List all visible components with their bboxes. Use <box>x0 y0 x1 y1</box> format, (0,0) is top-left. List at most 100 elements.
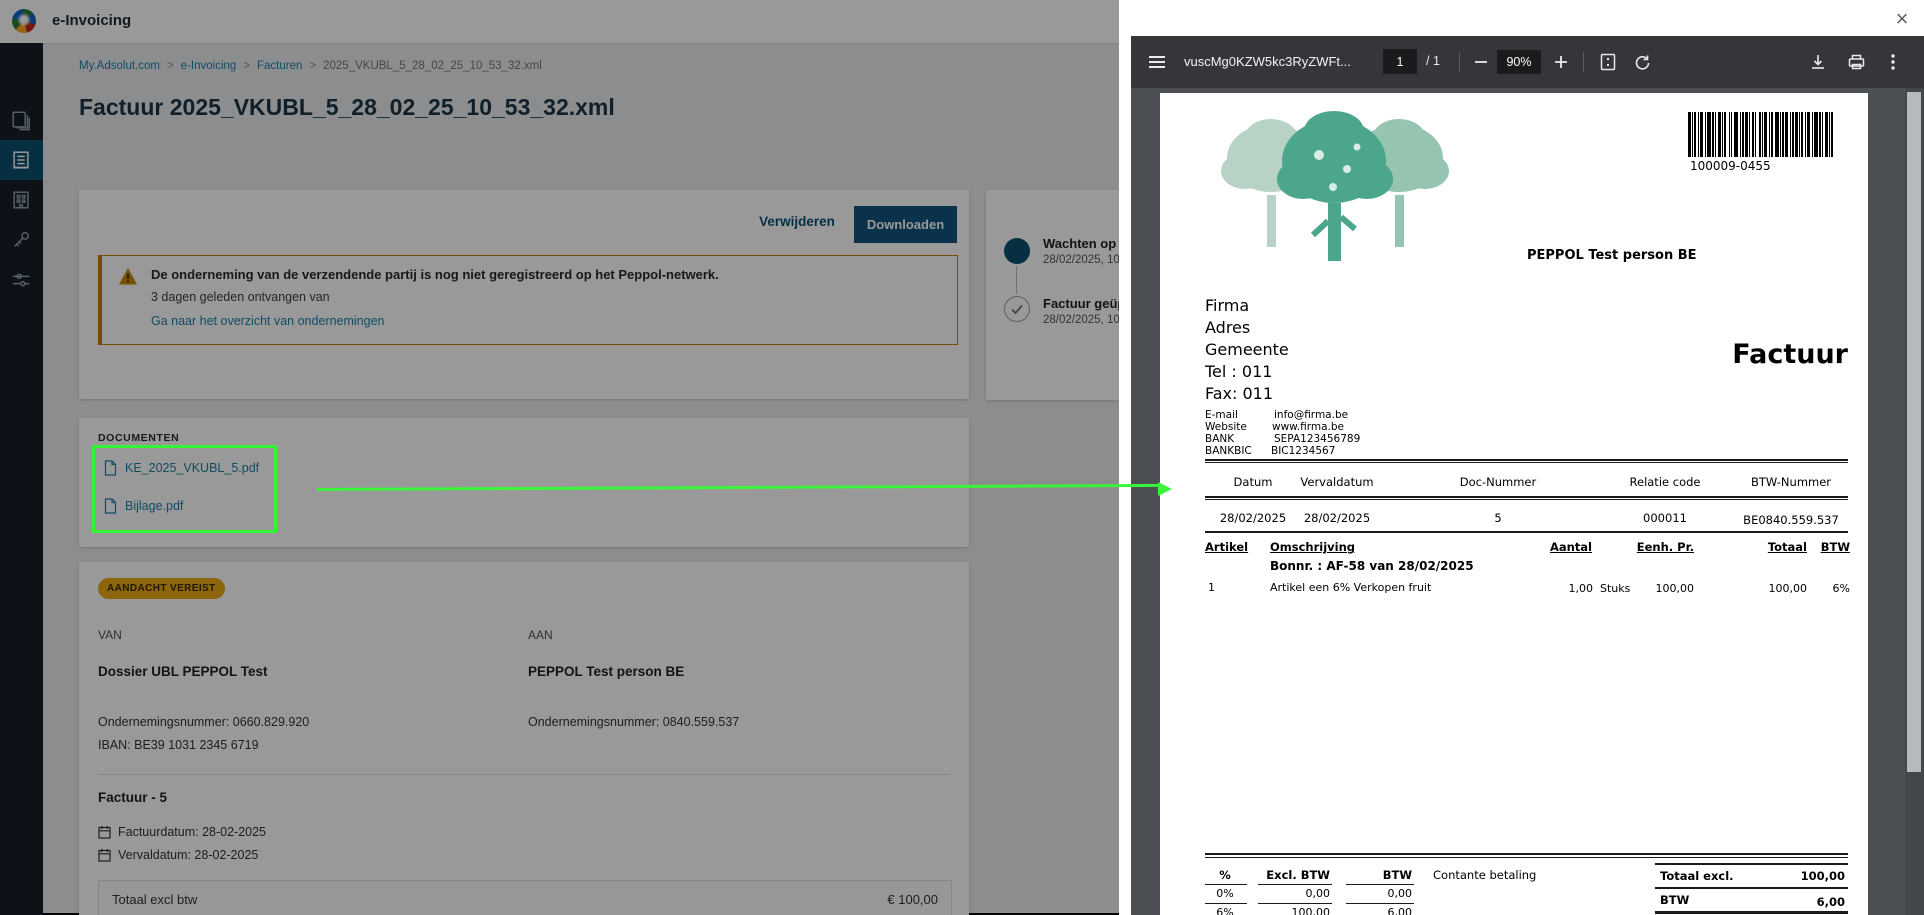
timeline-step1-title: Wachten op g <box>1043 236 1128 251</box>
zoom-in-button[interactable] <box>1549 50 1573 74</box>
meta-header-vervaldatum: Vervaldatum <box>1300 475 1373 489</box>
timeline-step2-date: 28/02/2025, 10 <box>1043 314 1120 326</box>
calendar-icon <box>98 848 111 862</box>
invoice-date-row: Factuurdatum: 28-02-2025 <box>98 825 266 839</box>
breadcrumb-separator: > <box>309 60 316 72</box>
timeline-step-done-dot <box>1004 296 1030 322</box>
panel-close-button[interactable]: × <box>1889 6 1915 32</box>
total-excl-value: 100,00 <box>1801 869 1845 883</box>
more-options-button[interactable] <box>1881 50 1905 74</box>
print-icon <box>1848 54 1865 70</box>
from-enterprise-number: Ondernemingsnummer: 0660.829.920 <box>98 715 309 729</box>
pdf-scrollbar-thumb[interactable] <box>1907 92 1921 772</box>
item-qty: 1,00 <box>1569 582 1594 595</box>
sidebar-item-dossiers[interactable] <box>0 100 43 140</box>
items-header-omschrijving: Omschrijving <box>1270 540 1355 554</box>
meta-header-docnummer: Doc-Nummer <box>1460 475 1536 489</box>
timeline-connector <box>1016 266 1017 294</box>
pdf-rule <box>1205 903 1247 904</box>
to-enterprise-number: Ondernemingsnummer: 0840.559.537 <box>528 715 739 729</box>
toolbar-separator <box>1459 52 1460 72</box>
app-logo <box>12 9 36 33</box>
vat-header-pct: % <box>1219 868 1231 882</box>
vat-header-excl: Excl. BTW <box>1266 868 1330 882</box>
breadcrumb-einvoicing[interactable]: e-Invoicing <box>181 60 237 72</box>
kebab-menu-icon <box>1891 54 1895 70</box>
print-button[interactable] <box>1843 50 1869 74</box>
breadcrumb-facturen[interactable]: Facturen <box>257 60 302 72</box>
annotation-arrow-head <box>1158 482 1172 496</box>
sidebar-item-instellingen[interactable] <box>0 260 43 300</box>
pdf-preview-panel: × vuscMg0KZW5kc3RyZWFt... 1 / 1 90% <box>1119 0 1924 915</box>
vat-row1-btw: 0,00 <box>1388 887 1413 900</box>
sidebar-item-ondernemingen[interactable] <box>0 180 43 220</box>
meta-value-docnummer: 5 <box>1494 511 1501 525</box>
breadcrumb: My.Adsolut.com > e-Invoicing > Facturen … <box>79 60 542 72</box>
pdf-recipient-name: PEPPOL Test person BE <box>1527 248 1697 263</box>
pdf-rule <box>1205 884 1247 885</box>
pdf-company-line: Firma <box>1205 296 1249 315</box>
check-icon <box>1005 297 1029 321</box>
zoom-out-button[interactable] <box>1469 50 1493 74</box>
warning-icon <box>118 267 138 286</box>
warning-subtext: 3 dagen geleden ontvangen van <box>151 290 330 304</box>
due-date: Vervaldatum: 28-02-2025 <box>118 848 258 862</box>
pdf-menu-button[interactable] <box>1143 50 1171 74</box>
pdf-rule <box>1346 884 1414 885</box>
close-icon: × <box>1896 8 1909 30</box>
warning-overview-link[interactable]: Ga naar het overzicht van ondernemingen <box>151 314 384 328</box>
pdf-filename: vuscMg0KZW5kc3RyZWFt... <box>1184 54 1374 69</box>
meta-value-vervaldatum: 28/02/2025 <box>1304 511 1370 525</box>
invoice-date: Factuurdatum: 28-02-2025 <box>118 825 266 839</box>
pdf-viewer-embed: vuscMg0KZW5kc3RyZWFt... 1 / 1 90% <box>1131 36 1924 915</box>
sliders-icon <box>10 269 32 291</box>
item-unit: Stuks <box>1600 582 1630 595</box>
building-icon <box>10 189 32 211</box>
fit-page-icon <box>1600 53 1616 71</box>
meta-value-relatiecode: 000011 <box>1643 511 1687 525</box>
pdf-doc-title: Factuur <box>1732 339 1848 370</box>
timeline-step1-date: 28/02/2025, 10 <box>1043 254 1120 266</box>
delete-button[interactable]: Verwijderen <box>747 214 847 229</box>
totals-row: Totaal excl btw € 100,00 <box>98 880 952 915</box>
page-title: Factuur 2025_VKUBL_5_28_02_25_10_53_32.x… <box>79 94 615 121</box>
pdf-page-total: / 1 <box>1426 54 1440 68</box>
fit-page-button[interactable] <box>1595 50 1621 74</box>
item-total: 100,00 <box>1769 582 1808 595</box>
pdf-contact-label: E-mail <box>1205 409 1238 421</box>
rotate-icon <box>1634 54 1651 71</box>
items-header-artikel: Artikel <box>1205 540 1248 554</box>
pdf-contact-value: SEPA123456789 <box>1274 433 1360 445</box>
pdf-page-input[interactable]: 1 <box>1383 49 1417 74</box>
screen: e-Invoicing <box>0 0 1924 915</box>
download-pdf-button[interactable] <box>1805 50 1831 74</box>
sidebar-item-toegang[interactable] <box>0 220 43 260</box>
pdf-rule <box>1655 887 1848 889</box>
pdf-rule <box>1655 863 1848 865</box>
pdf-toolbar: vuscMg0KZW5kc3RyZWFt... 1 / 1 90% <box>1131 36 1924 88</box>
pdf-rule <box>1346 903 1414 904</box>
vat-row1-pct: 0% <box>1216 887 1233 900</box>
timeline-step-current-dot <box>1004 238 1030 264</box>
breadcrumb-home[interactable]: My.Adsolut.com <box>79 60 160 72</box>
section-divider <box>98 774 950 775</box>
sidebar: » <box>0 43 43 915</box>
vat-row1-excl: 0,00 <box>1306 887 1331 900</box>
hamburger-icon <box>1148 55 1166 69</box>
total-excl-label: Totaal excl. <box>1660 869 1734 883</box>
app-title: e-Invoicing <box>52 12 131 29</box>
pdf-contact-value: www.firma.be <box>1272 421 1344 433</box>
total-excl-value: € 100,00 <box>887 892 938 907</box>
meta-header-relatiecode: Relatie code <box>1630 475 1701 489</box>
pdf-company-line: Gemeente <box>1205 340 1289 359</box>
warning-message: De onderneming van de verzendende partij… <box>151 267 719 282</box>
pdf-rule <box>1205 462 1848 463</box>
zoom-level-input[interactable]: 90% <box>1497 50 1541 74</box>
sidebar-item-facturen-active[interactable] <box>0 140 43 180</box>
pdf-contact-label: Website <box>1205 421 1247 433</box>
pdf-contact-value: info@firma.be <box>1274 409 1348 421</box>
pdf-scrollbar-track[interactable] <box>1905 88 1924 915</box>
rotate-button[interactable] <box>1629 50 1655 74</box>
download-button[interactable]: Downloaden <box>854 206 957 243</box>
meta-header-btwnummer: BTW-Nummer <box>1751 475 1831 489</box>
